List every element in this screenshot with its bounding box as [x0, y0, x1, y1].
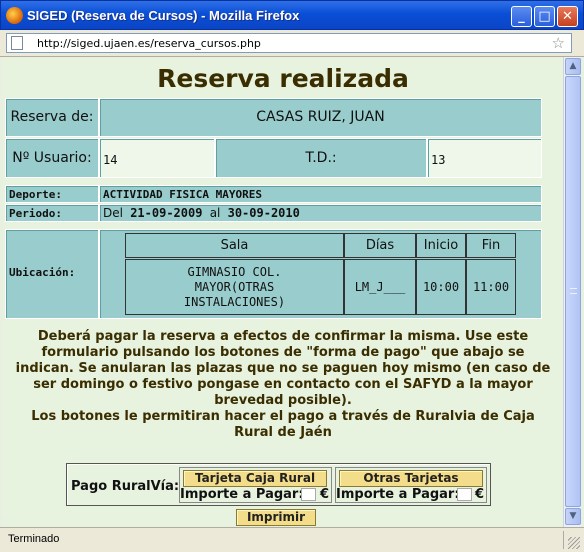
tarjeta-caja-rural-button[interactable]: Tarjeta Caja Rural: [183, 470, 327, 487]
importe-input-1[interactable]: [301, 488, 316, 501]
header-dias: Días: [344, 233, 416, 258]
otras-tarjetas-button[interactable]: Otras Tarjetas: [339, 470, 483, 487]
periodo-value: Del 21-09-2009 al 30-09-2010: [99, 204, 542, 222]
page-content: Reserva realizada Reserva de: CASAS RUIZ…: [3, 57, 563, 527]
close-button[interactable]: ✕: [557, 6, 578, 27]
resize-grip-icon[interactable]: [568, 537, 580, 549]
periodo-al: al: [209, 206, 221, 220]
ubicacion-table: Sala Días Inicio Fin GIMNASIO COL. MAYOR…: [125, 233, 518, 316]
caja-rural-box: Tarjeta Caja Rural Importe a Pagar: €: [179, 467, 332, 503]
cell-fin: 11:00: [466, 259, 516, 315]
cell-sala: GIMNASIO COL. MAYOR(OTRAS INSTALACIONES): [125, 259, 344, 315]
periodo-del: Del: [103, 206, 123, 220]
url-field[interactable]: http://siged.ujaen.es/reserva_cursos.php…: [6, 33, 572, 53]
status-text: Terminado: [8, 533, 60, 545]
reserva-value: CASAS RUIZ, JUAN: [99, 98, 542, 137]
payment-notice: Deberá pagar la reserva a efectos de con…: [15, 329, 551, 441]
pago-ruralvia-form: Pago RuralVía: Tarjeta Caja Rural Import…: [66, 463, 491, 506]
header-sala: Sala: [125, 233, 344, 258]
td-value: 13: [427, 138, 542, 178]
importe-input-2[interactable]: [457, 488, 472, 501]
currency-1: €: [320, 487, 330, 502]
td-label: T.D.:: [215, 138, 427, 178]
window-titlebar: SIGED (Reserva de Cursos) - Mozilla Fire…: [0, 0, 584, 30]
periodo-end: 30-09-2010: [227, 206, 300, 220]
bookmark-star-icon[interactable]: ☆: [552, 34, 565, 52]
reserva-label: Reserva de:: [5, 98, 99, 137]
maximize-button[interactable]: □: [534, 6, 555, 27]
vertical-scrollbar[interactable]: ▲ ▼: [563, 57, 581, 527]
url-text: http://siged.ujaen.es/reserva_cursos.php: [37, 37, 261, 50]
address-bar: http://siged.ujaen.es/reserva_cursos.php…: [0, 30, 584, 57]
pago-label: Pago RuralVía:: [71, 479, 180, 494]
header-fin: Fin: [466, 233, 516, 258]
status-bar: Terminado: [0, 527, 584, 552]
cell-dias: LM_J___: [344, 259, 416, 315]
firefox-icon: [6, 7, 23, 24]
scroll-down-icon[interactable]: ▼: [565, 508, 581, 525]
imprimir-button[interactable]: Imprimir: [236, 509, 316, 526]
importe-label-2: Importe a Pagar:: [336, 487, 460, 502]
page-title: Reserva realizada: [157, 64, 409, 93]
scroll-up-icon[interactable]: ▲: [565, 58, 581, 75]
notice-paragraph-2: Los botones le permitiran hacer el pago …: [31, 409, 535, 440]
status-divider: [563, 531, 564, 549]
cell-inicio: 10:00: [416, 259, 466, 315]
importe-label-1: Importe a Pagar:: [180, 487, 304, 502]
usuario-label: Nº Usuario:: [5, 138, 99, 178]
page-icon: [11, 36, 23, 50]
scroll-thumb[interactable]: [565, 76, 581, 507]
minimize-button[interactable]: _: [511, 6, 532, 27]
deporte-label: Deporte:: [5, 185, 99, 203]
window-title: SIGED (Reserva de Cursos) - Mozilla Fire…: [27, 8, 300, 23]
deporte-value: ACTIVIDAD FISICA MAYORES: [99, 185, 542, 203]
periodo-start: 21-09-2009: [130, 206, 203, 220]
periodo-label: Periodo:: [5, 204, 99, 222]
otras-tarjetas-box: Otras Tarjetas Importe a Pagar: €: [335, 467, 487, 503]
header-inicio: Inicio: [416, 233, 466, 258]
currency-2: €: [475, 487, 485, 502]
usuario-value: 14: [99, 138, 215, 178]
scroll-grip-icon: [570, 288, 577, 294]
ubicacion-label: Ubicación:: [5, 229, 99, 319]
notice-paragraph-1: Deberá pagar la reserva a efectos de con…: [15, 329, 551, 408]
